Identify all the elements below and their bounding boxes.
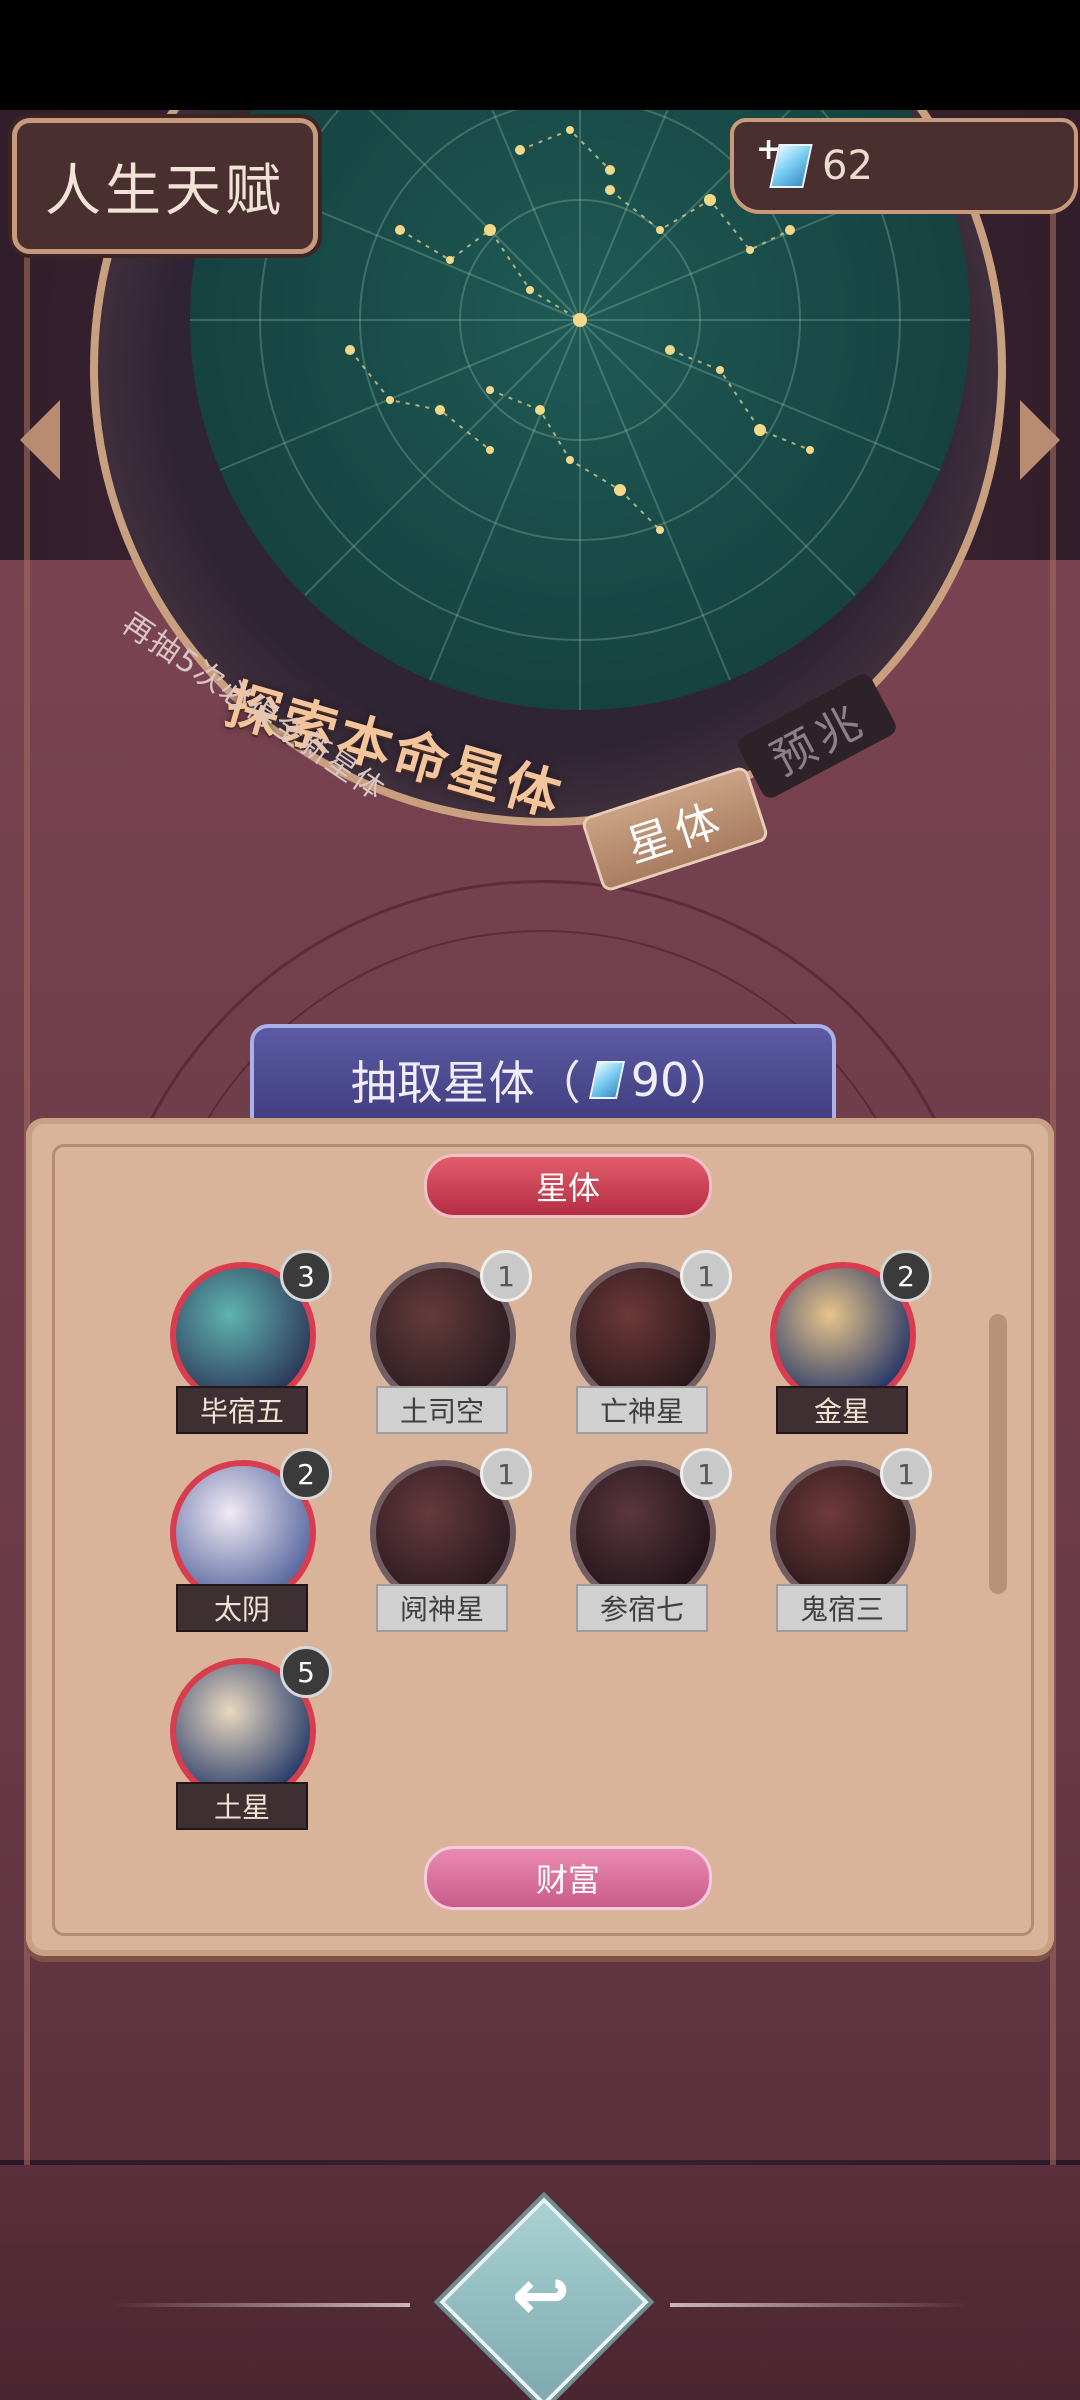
star-card[interactable]: 1 鬼宿三 xyxy=(764,1448,932,1632)
card-name: 金星 xyxy=(776,1386,908,1434)
page-title: 人生天赋 xyxy=(12,118,318,254)
star-card[interactable]: 1 参宿七 xyxy=(564,1448,732,1632)
currency-display[interactable]: + 62 xyxy=(730,118,1078,214)
dial-arrow-left-icon[interactable] xyxy=(20,400,60,480)
card-name: 参宿七 xyxy=(576,1584,708,1632)
section-label-star: 星体 xyxy=(424,1154,712,1218)
decor-line-right xyxy=(670,2303,970,2307)
star-card[interactable]: 1 土司空 xyxy=(364,1250,532,1434)
card-name: 亡神星 xyxy=(576,1386,708,1434)
panel-scrollbar[interactable] xyxy=(989,1314,1007,1594)
card-name: 毕宿五 xyxy=(176,1386,308,1434)
star-card[interactable]: 3 毕宿五 xyxy=(164,1250,332,1434)
card-count-badge: 2 xyxy=(880,1250,932,1302)
star-card[interactable]: 2 太阴 xyxy=(164,1448,332,1632)
card-name: 太阴 xyxy=(176,1584,308,1632)
card-count-badge: 3 xyxy=(280,1250,332,1302)
card-name: 土司空 xyxy=(376,1386,508,1434)
draw-cost: 90 xyxy=(630,1053,690,1107)
card-name: 土星 xyxy=(176,1782,308,1830)
draw-label: 抽取星体（ xyxy=(350,1056,581,1110)
star-card[interactable]: 1 亡神星 xyxy=(564,1250,732,1434)
star-card[interactable]: 5 土星 xyxy=(164,1646,332,1830)
card-name: 阋神星 xyxy=(376,1584,508,1632)
app-root: 探索本命星体 再抽5次必得全新星体 星体 预兆 人生天赋 + 62 抽取星体（ … xyxy=(0,0,1080,2400)
draw-label-suffix: ） xyxy=(689,1056,736,1110)
star-card[interactable]: 2 金星 xyxy=(764,1250,932,1434)
dial-arrow-right-icon[interactable] xyxy=(1020,400,1060,480)
gem-icon xyxy=(588,1061,625,1099)
card-count-badge: 1 xyxy=(480,1250,532,1302)
card-count-badge: 1 xyxy=(880,1448,932,1500)
card-count-badge: 1 xyxy=(680,1250,732,1302)
section-label-wealth: 财富 xyxy=(424,1846,712,1910)
card-count-badge: 2 xyxy=(280,1448,332,1500)
currency-value: 62 xyxy=(822,143,873,189)
status-bar xyxy=(0,0,1080,110)
star-card[interactable]: 1 阋神星 xyxy=(364,1448,532,1632)
card-name: 鬼宿三 xyxy=(776,1584,908,1632)
card-count-badge: 1 xyxy=(680,1448,732,1500)
return-icon[interactable]: ↩ xyxy=(506,2254,576,2336)
star-collection-panel: 星体 3 毕宿五 1 土司空 1 亡神星 2 金星 2 太阴 1 阋神星 1 参… xyxy=(26,1118,1054,1956)
card-count-badge: 1 xyxy=(480,1448,532,1500)
card-count-badge: 5 xyxy=(280,1646,332,1698)
decor-line-left xyxy=(110,2303,410,2307)
